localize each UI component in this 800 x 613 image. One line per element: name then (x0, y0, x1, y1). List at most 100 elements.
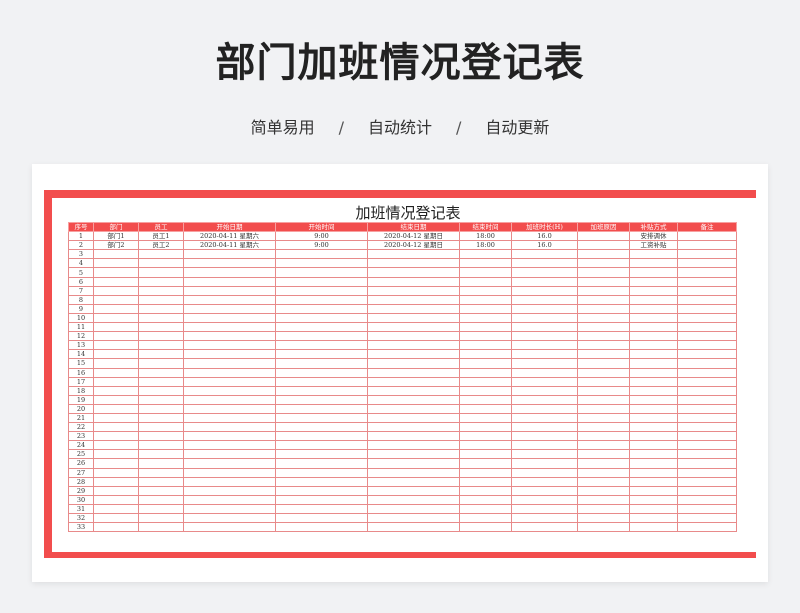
table-cell[interactable] (138, 285, 184, 296)
table-cell[interactable] (93, 467, 139, 478)
table-cell[interactable] (459, 331, 512, 342)
table-cell[interactable] (629, 294, 678, 305)
table-cell[interactable] (183, 522, 276, 533)
table-cell[interactable] (367, 331, 460, 342)
table-cell[interactable] (275, 340, 368, 351)
table-cell[interactable]: 工资补贴 (629, 240, 678, 251)
table-cell[interactable]: 2 (68, 240, 94, 251)
table-cell[interactable] (629, 449, 678, 460)
table-cell[interactable] (459, 367, 512, 378)
table-cell[interactable] (367, 322, 460, 333)
table-cell[interactable] (183, 494, 276, 505)
table-cell[interactable] (138, 249, 184, 260)
table-cell[interactable]: 20 (68, 403, 94, 414)
table-cell[interactable] (677, 249, 737, 260)
table-cell[interactable] (677, 276, 737, 287)
table-cell[interactable] (138, 340, 184, 351)
table-cell[interactable] (629, 467, 678, 478)
table-cell[interactable] (183, 358, 276, 369)
table-cell[interactable] (367, 303, 460, 314)
table-cell[interactable] (459, 494, 512, 505)
table-cell[interactable]: 18 (68, 385, 94, 396)
table-cell[interactable] (367, 276, 460, 287)
table-cell[interactable] (367, 467, 460, 478)
table-cell[interactable]: 27 (68, 467, 94, 478)
table-cell[interactable] (275, 376, 368, 387)
table-cell[interactable]: 23 (68, 431, 94, 442)
table-cell[interactable]: 5 (68, 267, 94, 278)
table-cell[interactable] (93, 494, 139, 505)
table-cell[interactable] (275, 294, 368, 305)
table-cell[interactable] (511, 267, 578, 278)
table-cell[interactable] (367, 294, 460, 305)
table-cell[interactable]: 21 (68, 412, 94, 424)
table-cell[interactable] (577, 458, 630, 469)
table-cell[interactable] (275, 394, 368, 405)
table-cell[interactable] (367, 367, 460, 378)
table-cell[interactable] (577, 494, 630, 505)
table-cell[interactable] (138, 403, 184, 414)
table-cell[interactable] (138, 494, 184, 505)
table-cell[interactable] (459, 394, 512, 405)
table-cell[interactable] (93, 294, 139, 305)
table-cell[interactable] (459, 258, 512, 269)
table-cell[interactable] (459, 276, 512, 287)
table-cell[interactable] (511, 358, 578, 369)
table-cell[interactable] (577, 431, 630, 442)
table-cell[interactable] (93, 431, 139, 442)
table-cell[interactable] (93, 331, 139, 342)
table-cell[interactable] (459, 349, 512, 360)
table-cell[interactable] (677, 267, 737, 278)
table-cell[interactable] (138, 312, 184, 324)
table-cell[interactable] (677, 449, 737, 460)
table-cell[interactable] (93, 458, 139, 469)
table-cell[interactable]: 安排调休 (629, 231, 678, 242)
table-cell[interactable] (367, 376, 460, 387)
table-cell[interactable]: 3 (68, 249, 94, 260)
table-cell[interactable] (138, 503, 184, 515)
table-cell[interactable] (275, 385, 368, 396)
table-cell[interactable]: 17 (68, 376, 94, 387)
table-cell[interactable] (511, 340, 578, 351)
table-cell[interactable] (183, 476, 276, 487)
table-cell[interactable] (577, 485, 630, 496)
table-cell[interactable] (577, 276, 630, 287)
table-cell[interactable] (275, 349, 368, 360)
table-cell[interactable] (93, 349, 139, 360)
table-cell[interactable] (511, 303, 578, 314)
table-cell[interactable]: 22 (68, 422, 94, 433)
table-cell[interactable] (367, 449, 460, 460)
table-cell[interactable] (629, 303, 678, 314)
table-cell[interactable] (577, 303, 630, 314)
table-cell[interactable] (677, 303, 737, 314)
table-cell[interactable] (367, 503, 460, 515)
table-cell[interactable] (275, 276, 368, 287)
table-cell[interactable]: 15 (68, 358, 94, 369)
table-cell[interactable] (677, 312, 737, 324)
table-cell[interactable] (577, 449, 630, 460)
table-cell[interactable] (367, 267, 460, 278)
table-cell[interactable]: 24 (68, 440, 94, 451)
table-cell[interactable] (93, 512, 139, 524)
table-cell[interactable] (138, 376, 184, 387)
table-cell[interactable] (275, 422, 368, 433)
table-cell[interactable] (138, 431, 184, 442)
table-cell[interactable] (138, 303, 184, 314)
table-cell[interactable] (677, 431, 737, 442)
table-cell[interactable] (459, 303, 512, 314)
table-cell[interactable] (183, 485, 276, 496)
table-cell[interactable] (511, 376, 578, 387)
table-cell[interactable] (629, 431, 678, 442)
table-cell[interactable] (138, 322, 184, 333)
table-cell[interactable] (138, 276, 184, 287)
table-cell[interactable]: 18:00 (459, 231, 512, 242)
table-cell[interactable] (138, 512, 184, 524)
table-cell[interactable] (459, 476, 512, 487)
table-cell[interactable] (138, 385, 184, 396)
table-cell[interactable] (629, 403, 678, 414)
table-cell[interactable] (629, 485, 678, 496)
table-cell[interactable] (275, 331, 368, 342)
table-cell[interactable] (577, 385, 630, 396)
table-cell[interactable] (577, 249, 630, 260)
table-cell[interactable] (275, 476, 368, 487)
